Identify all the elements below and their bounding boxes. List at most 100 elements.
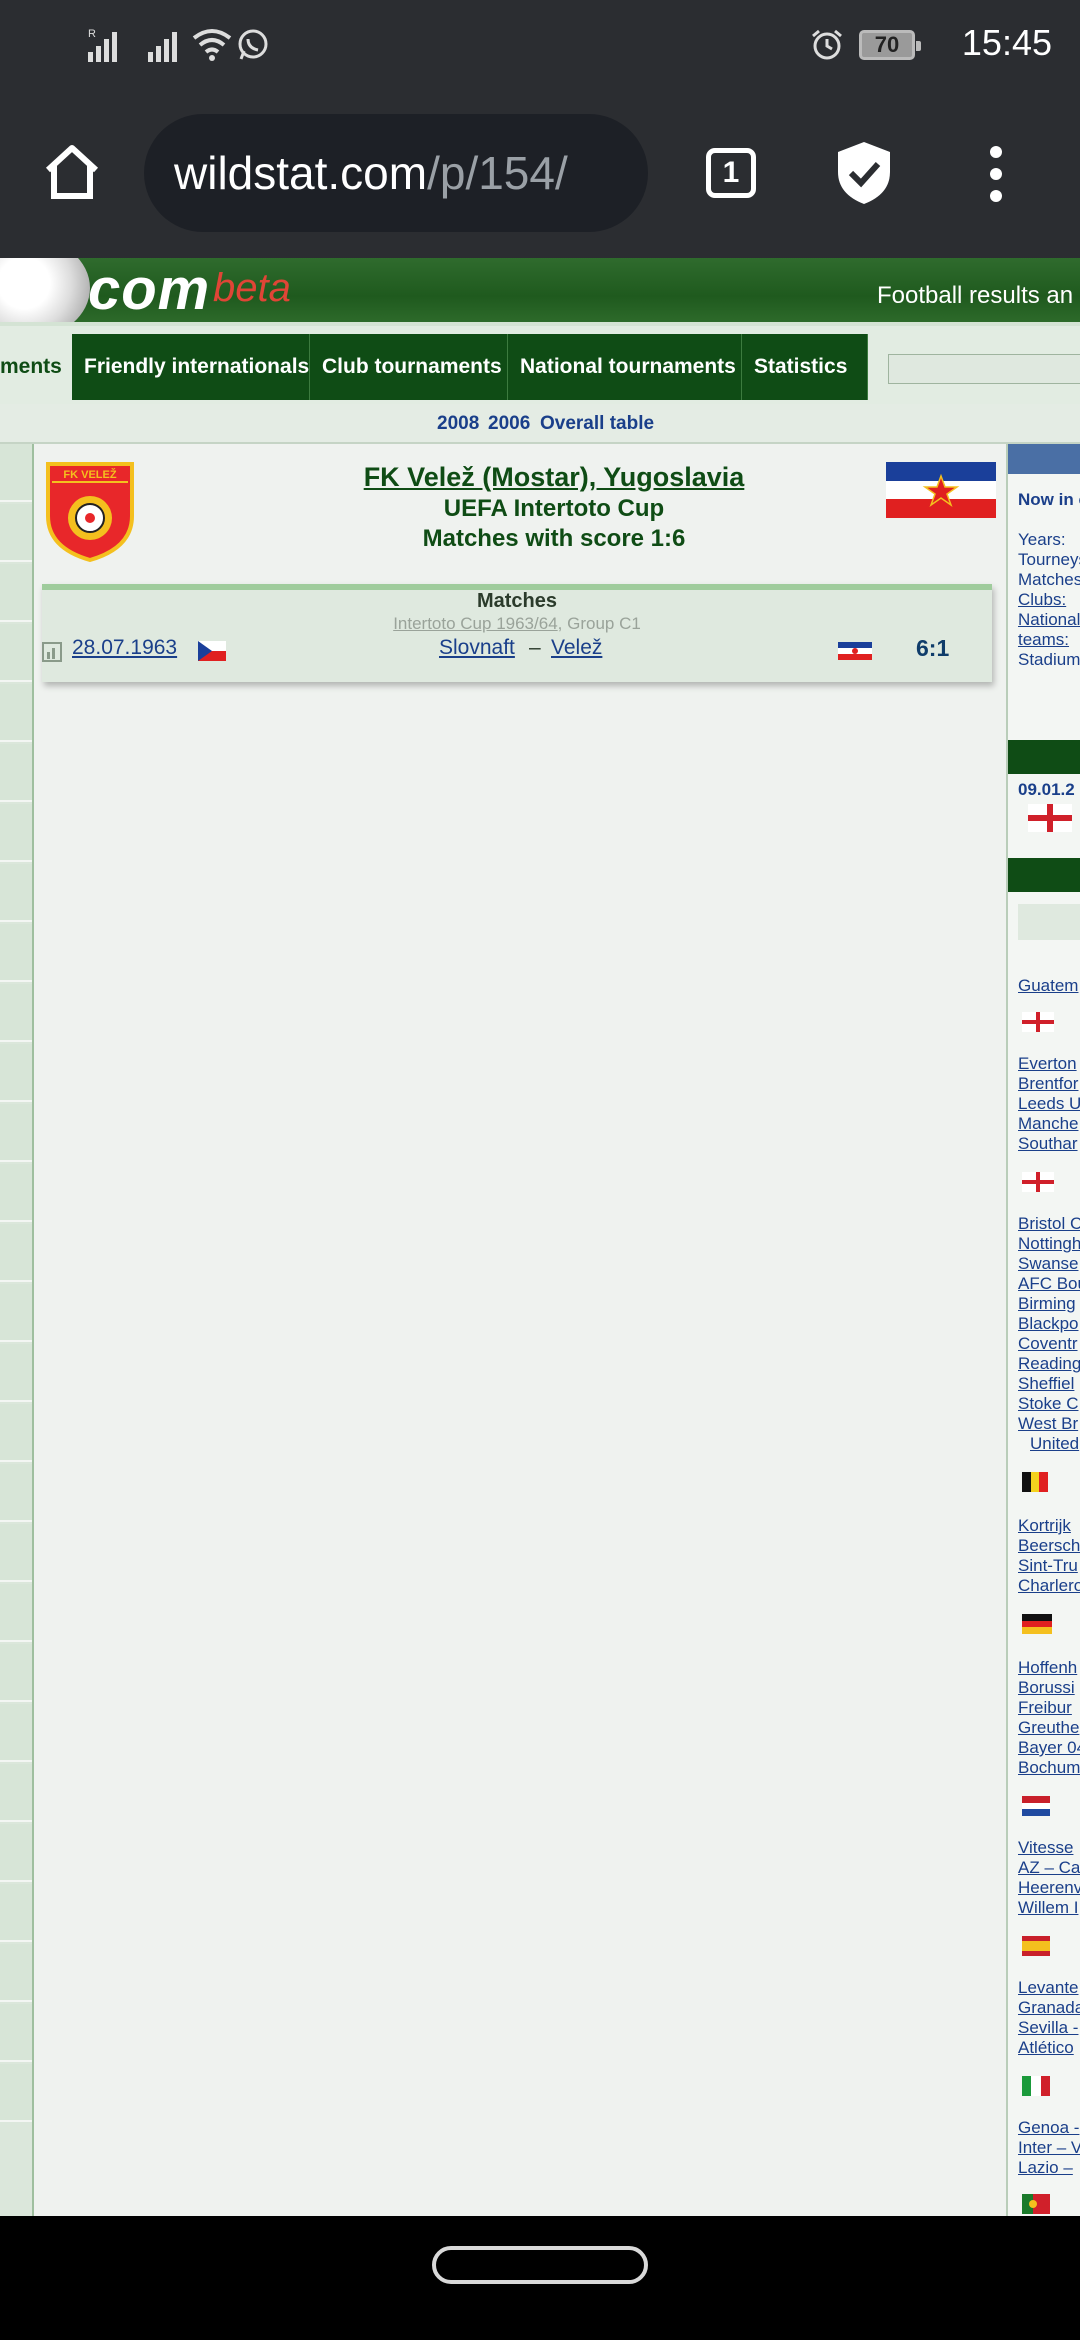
season-link-2006[interactable]: 2006	[488, 413, 530, 435]
left-sidebar-cell[interactable]	[0, 1284, 32, 1342]
match-date-link[interactable]: 28.07.1963	[72, 636, 177, 660]
list-item[interactable]: AFC Bou	[1018, 1274, 1080, 1294]
list-item[interactable]: Brentfor	[1018, 1074, 1078, 1094]
season-link-2008[interactable]: 2008	[437, 413, 479, 435]
list-item[interactable]: West Br	[1018, 1414, 1078, 1434]
nav-item-club-tournaments[interactable]: Club tournaments	[310, 334, 508, 400]
season-links: 2008 2006 Overall table	[0, 404, 1080, 444]
search-input[interactable]	[888, 354, 1080, 384]
left-sidebar-cell[interactable]	[0, 1464, 32, 1522]
left-sidebar-cell[interactable]	[0, 1164, 32, 1222]
list-item[interactable]: United	[1030, 1434, 1079, 1454]
list-item[interactable]: Heerenv	[1018, 1878, 1080, 1898]
left-sidebar-cell[interactable]	[0, 624, 32, 682]
list-item[interactable]: Genoa -	[1018, 2118, 1079, 2138]
match-score[interactable]: 6:1	[916, 635, 949, 662]
list-item[interactable]: Willem I	[1018, 1898, 1078, 1918]
away-team-link[interactable]: Velež	[551, 636, 602, 660]
left-sidebar-cell[interactable]	[0, 2004, 32, 2062]
group-tournament-link[interactable]: Intertoto Cup 1963/64	[393, 614, 557, 633]
list-item[interactable]: Everton	[1018, 1054, 1077, 1074]
left-sidebar-cell[interactable]	[0, 1104, 32, 1162]
list-item[interactable]: Hoffenh	[1018, 1658, 1077, 1678]
list-item[interactable]: AZ – Ca	[1018, 1858, 1080, 1878]
list-item[interactable]: Kortrijk	[1018, 1516, 1071, 1536]
list-item[interactable]: Beersch	[1018, 1536, 1080, 1556]
tab-switcher-button[interactable]: 1	[706, 148, 756, 198]
yugoslavia-flag-small-icon	[838, 642, 872, 660]
left-sidebar-cell[interactable]	[0, 744, 32, 802]
overall-table-link[interactable]: Overall table	[540, 413, 654, 435]
list-item[interactable]: Swanse	[1018, 1254, 1078, 1274]
list-item[interactable]: Reading	[1018, 1354, 1080, 1374]
nav-item-statistics[interactable]: Statistics	[742, 334, 868, 400]
left-sidebar-cell[interactable]	[0, 504, 32, 562]
home-gesture-pill[interactable]	[432, 2246, 648, 2284]
list-item[interactable]: Bayer 04	[1018, 1738, 1080, 1758]
left-sidebar-cell[interactable]	[0, 924, 32, 982]
left-sidebar-cell[interactable]	[0, 1044, 32, 1102]
left-sidebar-cell[interactable]	[0, 1884, 32, 1942]
left-sidebar-cell[interactable]	[0, 1344, 32, 1402]
left-sidebar-cell[interactable]	[0, 1524, 32, 1582]
list-item[interactable]: Inter – V	[1018, 2138, 1080, 2158]
nav-item-friendly-internationals[interactable]: Friendly internationals	[72, 334, 310, 400]
left-sidebar-cell[interactable]	[0, 564, 32, 622]
home-team-link[interactable]: Slovnaft	[439, 636, 515, 660]
list-item[interactable]: Southar	[1018, 1134, 1078, 1154]
whatsapp-icon	[238, 29, 268, 60]
list-item[interactable]: Greuthe	[1018, 1718, 1079, 1738]
left-sidebar-cell[interactable]	[0, 984, 32, 1042]
list-item[interactable]: Stoke C	[1018, 1394, 1078, 1414]
nav-item-national-tournaments[interactable]: National tournaments	[508, 334, 742, 400]
list-item[interactable]: Granada	[1018, 1998, 1080, 2018]
list-item[interactable]: Guatem	[1018, 976, 1078, 996]
football-logo-icon	[0, 258, 90, 322]
left-sidebar-cell[interactable]	[0, 1704, 32, 1762]
left-sidebar-cell[interactable]	[0, 444, 32, 502]
list-item[interactable]: Sheffiel	[1018, 1374, 1074, 1394]
shield-check-icon[interactable]	[834, 140, 894, 206]
latest-date: 09.01.2	[1018, 780, 1075, 799]
list-item[interactable]: Bristol C	[1018, 1214, 1080, 1234]
left-sidebar-cell[interactable]	[0, 684, 32, 742]
list-item[interactable]: Birming	[1018, 1294, 1076, 1314]
list-item[interactable]: Levante	[1018, 1978, 1079, 1998]
list-item[interactable]: Bochum	[1018, 1758, 1080, 1778]
list-item[interactable]: Nottingh	[1018, 1234, 1080, 1254]
nav-item-tournaments[interactable]: ments	[0, 334, 70, 400]
more-vert-icon[interactable]	[986, 144, 1006, 204]
list-item[interactable]: Blackpo	[1018, 1314, 1078, 1334]
home-icon[interactable]	[42, 142, 102, 202]
list-item[interactable]: Leeds U	[1018, 1094, 1080, 1114]
address-bar[interactable]: wildstat.com/p/154/	[144, 114, 648, 232]
left-sidebar-cell[interactable]	[0, 864, 32, 922]
list-item[interactable]: Coventr	[1018, 1334, 1078, 1354]
left-sidebar-cell[interactable]	[0, 1764, 32, 1822]
left-sidebar-cell[interactable]	[0, 1824, 32, 1882]
list-item[interactable]: Atlético	[1018, 2038, 1074, 2058]
left-sidebar-cell[interactable]	[0, 804, 32, 862]
list-item[interactable]: Sevilla -	[1018, 2018, 1078, 2038]
left-sidebar-cell[interactable]	[0, 2064, 32, 2122]
stat-label[interactable]: National	[1018, 610, 1080, 630]
left-sidebar-cell[interactable]	[0, 1584, 32, 1642]
list-item[interactable]: Lazio –	[1018, 2158, 1073, 2178]
logo-text[interactable]: com	[88, 258, 210, 322]
left-sidebar-cell[interactable]	[0, 1944, 32, 2002]
match-stats-icon[interactable]	[42, 642, 62, 662]
stat-label[interactable]: teams:	[1018, 630, 1069, 650]
left-sidebar-cell[interactable]	[0, 1224, 32, 1282]
list-item[interactable]: Manche	[1018, 1114, 1078, 1134]
list-item[interactable]: Sint-Tru	[1018, 1556, 1078, 1576]
club-name-link[interactable]: FK Velež (Mostar), Yugoslavia	[184, 462, 924, 493]
list-item[interactable]: Borussi	[1018, 1678, 1075, 1698]
czechoslovakia-flag-icon	[198, 641, 226, 661]
list-item[interactable]: Freibur	[1018, 1698, 1072, 1718]
stat-label[interactable]: Clubs:	[1018, 590, 1066, 610]
left-sidebar-cell[interactable]	[0, 1644, 32, 1702]
match-group-label: Intertoto Cup 1963/64, Group C1	[42, 614, 992, 634]
left-sidebar-cell[interactable]	[0, 1404, 32, 1462]
list-item[interactable]: Charlero	[1018, 1576, 1080, 1596]
list-item[interactable]: Vitesse	[1018, 1838, 1073, 1858]
